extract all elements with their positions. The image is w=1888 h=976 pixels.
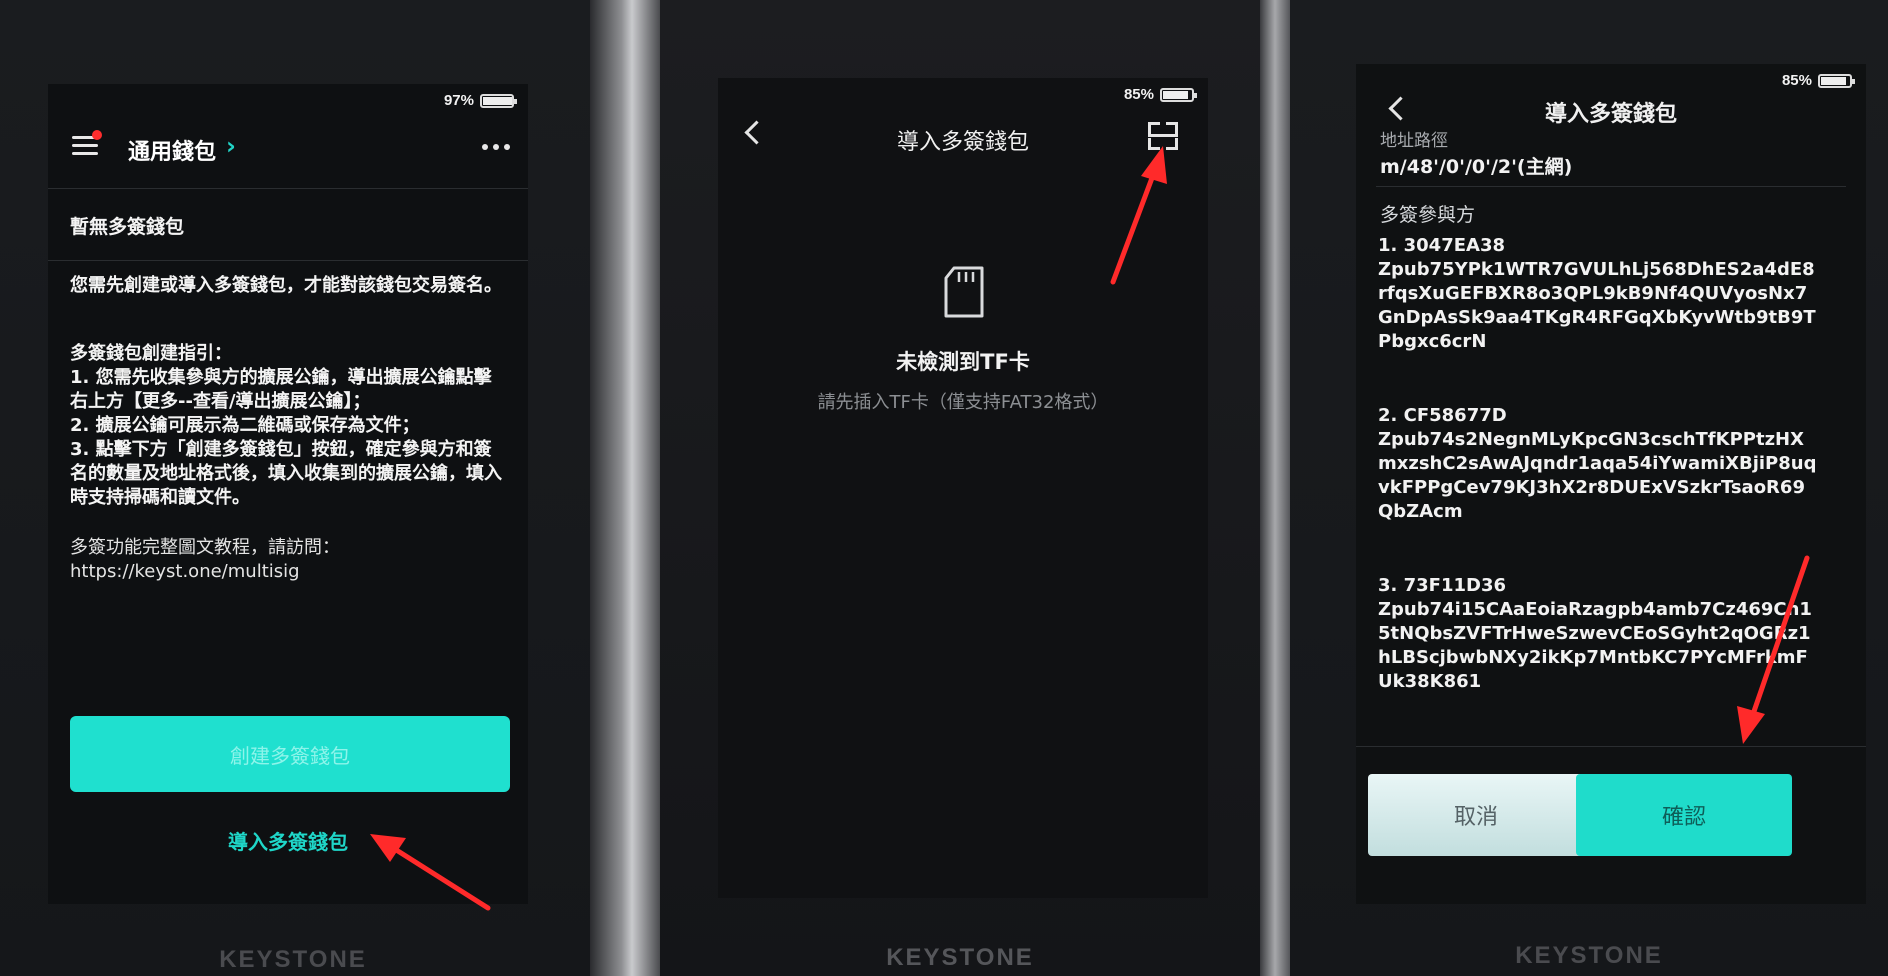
create-multisig-button[interactable]: 創建多簽錢包: [70, 716, 510, 792]
path-label: 地址路徑: [1380, 131, 1448, 151]
page-title: 導入多簽錢包: [1544, 102, 1677, 127]
brand-logo: KEYSTONE: [219, 946, 367, 973]
scan-icon[interactable]: [1148, 122, 1178, 150]
brand-logo: KEYSTONE: [1515, 942, 1663, 969]
cosigner-xpub: Zpub74s2NegnMLyKpcGN3cschTfKPPtzHXmxzshC…: [1378, 429, 1817, 522]
no-tf-card-message: 未檢測到TF卡: [896, 350, 1030, 374]
chevron-right-icon[interactable]: ›: [226, 132, 236, 160]
battery-percentage: 97%: [443, 92, 474, 109]
import-multisig-link[interactable]: 導入多簽錢包: [48, 826, 528, 855]
cosigner-id: 3. 73F11D36: [1378, 575, 1507, 596]
battery-icon: [1818, 73, 1855, 88]
sd-card-icon: [944, 266, 984, 318]
brand-logo: KEYSTONE: [886, 944, 1034, 971]
screen-wallet: 97% 通用錢包 › 暫無多簽錢包 您需先創建或導入多簽錢包，才能對該錢包交易簽…: [48, 84, 528, 904]
guide-text: 多簽錢包創建指引： 1. 您需先收集參與方的擴展公鑰，導出擴展公鑰點擊右上方【更…: [70, 343, 502, 508]
cosigner-item: 2. CF58677D Zpub74s2NegnMLyKpcGN3cschTfK…: [1378, 404, 1818, 524]
participants-label: 多簽參與方: [1380, 204, 1476, 226]
insert-tf-hint: 請先插入TF卡（僅支持FAT32格式）: [817, 392, 1109, 413]
device-left: 97% 通用錢包 › 暫無多簽錢包 您需先創建或導入多簽錢包，才能對該錢包交易簽…: [0, 0, 590, 976]
screen-import: 85% 導入多簽錢包 未檢測到TF卡 請先插入TF卡（僅支持FAT32格式）: [718, 78, 1208, 898]
confirm-button[interactable]: 確認: [1576, 774, 1792, 856]
cosigner-xpub: Zpub74i15CAaEoiaRzagpb4amb7Cz469Cn15tNQb…: [1378, 599, 1812, 692]
battery-percentage: 85%: [1123, 86, 1154, 103]
intro-text: 您需先創建或導入多簽錢包，才能對該錢包交易簽名。: [70, 275, 502, 296]
divider: [48, 188, 528, 189]
battery-icon: [480, 93, 517, 108]
cosigner-id: 1. 3047EA38: [1378, 235, 1506, 256]
device-frame-edge: [590, 0, 660, 976]
divider: [48, 260, 528, 261]
page-title: 導入多簽錢包: [896, 130, 1029, 155]
cosigner-item: 1. 3047EA38 Zpub75YPk1WTR7GVULhLj568DhES…: [1378, 234, 1818, 354]
path-value: m/48'/0'/0'/2'(主網): [1380, 156, 1573, 178]
device-frame-edge: [1260, 0, 1290, 976]
cosigner-xpub: Zpub75YPk1WTR7GVULhLj568DhES2a4dE8rfqsXu…: [1378, 259, 1816, 352]
empty-state-title: 暫無多簽錢包: [70, 216, 185, 238]
import-header: 導入多簽錢包: [718, 118, 1208, 162]
status-bar: 97%: [443, 92, 517, 109]
wallet-title[interactable]: 通用錢包: [128, 134, 216, 166]
device-middle: 85% 導入多簽錢包 未檢測到TF卡 請先插入TF卡（僅支持FAT32格式） K…: [660, 0, 1260, 976]
device-right: 85% 導入多簽錢包 地址路徑 m/48'/0'/0'/2'(主網) 多簽參與方…: [1290, 0, 1888, 976]
battery-icon: [1160, 87, 1197, 102]
divider: [1376, 186, 1846, 187]
cancel-button[interactable]: 取消: [1368, 774, 1584, 856]
divider: [1356, 746, 1866, 747]
cosigner-item: 3. 73F11D36 Zpub74i15CAaEoiaRzagpb4amb7C…: [1378, 574, 1818, 694]
more-icon[interactable]: [482, 144, 510, 150]
cosigner-id: 2. CF58677D: [1378, 405, 1507, 426]
status-bar: 85%: [1123, 86, 1197, 103]
notification-dot-icon: [92, 130, 102, 140]
status-bar: 85%: [1781, 72, 1855, 89]
screen-confirm: 85% 導入多簽錢包 地址路徑 m/48'/0'/0'/2'(主網) 多簽參與方…: [1356, 64, 1866, 904]
wallet-header: 通用錢包 ›: [48, 126, 528, 166]
tutorial-text: 多簽功能完整圖文教程，請訪問： https://keyst.one/multis…: [70, 537, 340, 582]
battery-percentage: 85%: [1781, 72, 1812, 89]
